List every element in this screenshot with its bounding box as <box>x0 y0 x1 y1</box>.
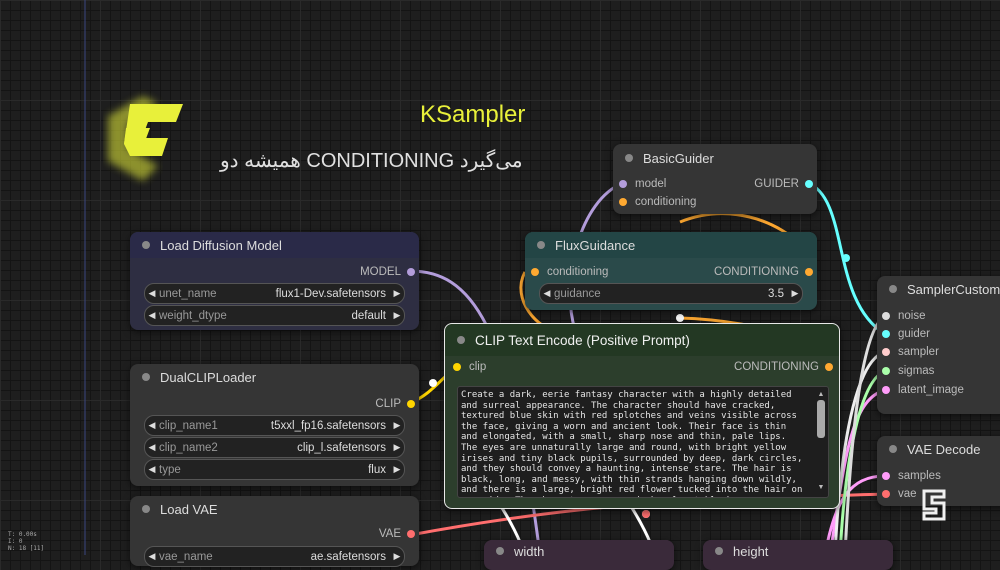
input-noise[interactable]: noise <box>882 310 926 322</box>
output-model[interactable]: MODEL <box>360 266 415 278</box>
node-title: SamplerCustomA <box>907 281 1000 297</box>
prompt-text: Create a dark, eerie fantasy character w… <box>461 390 803 497</box>
scrollbar[interactable]: ▲ ▼ <box>817 391 825 491</box>
overlay-subtitle: همیشه دو CONDITIONING می‌گیرد <box>220 150 523 172</box>
input-latent-image[interactable]: latent_image <box>882 384 964 396</box>
scroll-up-icon[interactable]: ▲ <box>817 391 825 398</box>
node-load-diffusion-model[interactable]: Load Diffusion Model MODEL ◀ unet_name fl… <box>130 232 419 330</box>
output-guider[interactable]: GUIDER <box>754 178 813 190</box>
brand-logo <box>108 96 183 181</box>
widget-weight-dtype[interactable]: ◀ weight_dtype default ▶ <box>144 305 405 326</box>
wire-reroute-dot <box>642 510 650 518</box>
input-conditioning[interactable]: conditioning <box>619 196 696 208</box>
output-conditioning[interactable]: CONDITIONING <box>714 266 813 278</box>
node-height[interactable]: height <box>703 540 893 570</box>
node-load-vae[interactable]: Load VAE VAE ◀ vae_name ae.safetensors ▶ <box>130 496 419 567</box>
input-samples[interactable]: samples <box>882 470 941 482</box>
stats-overlay: T: 0.00s I: 0 N: 18 [11] <box>8 531 44 552</box>
scroll-down-icon[interactable]: ▼ <box>817 484 825 491</box>
wire-reroute-dot <box>842 254 850 262</box>
input-guider[interactable]: guider <box>882 328 930 340</box>
output-vae[interactable]: VAE <box>379 528 415 540</box>
collapse-dot[interactable] <box>625 154 633 162</box>
widget-clip-name2[interactable]: ◀ clip_name2 clip_l.safetensors ▶ <box>144 437 405 458</box>
stats-nodes: N: 18 [11] <box>8 545 45 552</box>
input-conditioning[interactable]: conditioning <box>531 266 608 278</box>
widget-type[interactable]: ◀ type flux ▶ <box>144 459 405 480</box>
node-dual-clip-loader[interactable]: DualCLIPLoader CLIP ◀ clip_name1 t5xxl_fp… <box>130 364 419 486</box>
input-clip[interactable]: clip <box>453 361 486 373</box>
node-flux-guidance[interactable]: FluxGuidance conditioning CONDITIONING ◀… <box>525 232 817 310</box>
overlay-title: KSampler <box>420 101 526 128</box>
wire-reroute-dot <box>429 379 437 387</box>
watermark-logo <box>922 489 946 521</box>
prompt-textarea[interactable]: Create a dark, eerie fantasy character w… <box>457 386 829 498</box>
node-sampler-custom-advanced[interactable]: SamplerCustomA noise guider sampler sigm… <box>877 276 1000 414</box>
node-title: width <box>514 543 545 559</box>
input-sampler[interactable]: sampler <box>882 346 939 358</box>
widget-unet-name[interactable]: ◀ unet_name flux1-Dev.safetensors ▶ <box>144 283 405 304</box>
node-title: DualCLIPLoader <box>160 369 257 385</box>
node-title: BasicGuider <box>643 150 714 166</box>
wire-reroute-dot <box>676 314 684 322</box>
widget-guidance[interactable]: ◀ guidance 3.5 ▶ <box>539 283 803 304</box>
collapse-dot[interactable] <box>889 285 897 293</box>
collapse-dot[interactable] <box>715 547 723 555</box>
stats-time: T: 0.00s <box>8 531 37 538</box>
collapse-dot[interactable] <box>889 445 897 453</box>
input-model[interactable]: model <box>619 178 666 190</box>
node-title: VAE Decode <box>907 441 981 457</box>
output-clip[interactable]: CLIP <box>375 398 415 410</box>
widget-vae-name[interactable]: ◀ vae_name ae.safetensors ▶ <box>144 546 405 567</box>
node-title: height <box>733 543 769 559</box>
node-title: Load VAE <box>160 501 218 517</box>
node-basic-guider[interactable]: BasicGuider model conditioning GUIDER <box>613 144 817 214</box>
collapse-dot[interactable] <box>537 241 545 249</box>
output-conditioning[interactable]: CONDITIONING <box>734 361 833 373</box>
stats-iter: I: 0 <box>8 538 23 545</box>
collapse-dot[interactable] <box>142 373 150 381</box>
collapse-dot[interactable] <box>142 241 150 249</box>
node-clip-text-encode[interactable]: CLIP Text Encode (Positive Prompt) clip … <box>444 323 840 509</box>
scroll-thumb[interactable] <box>817 400 825 438</box>
node-title: Load Diffusion Model <box>160 237 282 253</box>
input-sigmas[interactable]: sigmas <box>882 365 934 377</box>
node-width[interactable]: width <box>484 540 674 570</box>
node-title: FluxGuidance <box>555 237 636 253</box>
collapse-dot[interactable] <box>496 547 504 555</box>
node-title: CLIP Text Encode (Positive Prompt) <box>475 332 690 348</box>
input-vae[interactable]: vae <box>882 488 917 500</box>
widget-clip-name1[interactable]: ◀ clip_name1 t5xxl_fp16.safetensors ▶ <box>144 415 405 436</box>
collapse-dot[interactable] <box>457 336 465 344</box>
collapse-dot[interactable] <box>142 505 150 513</box>
